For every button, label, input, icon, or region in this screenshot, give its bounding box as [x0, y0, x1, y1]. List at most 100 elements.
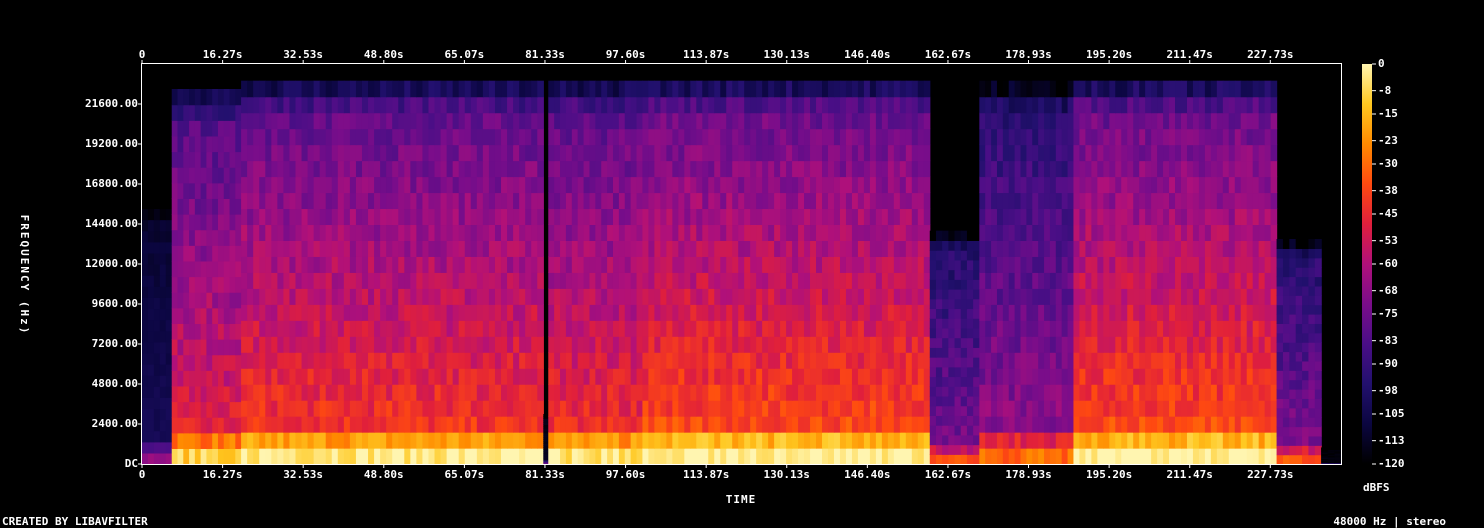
heat-cell [792, 144, 799, 162]
heat-cell [410, 272, 417, 289]
heat-cell [571, 288, 579, 305]
heat-cell [446, 144, 454, 162]
heat-cell [816, 256, 823, 273]
heat-cell [991, 368, 998, 385]
heat-cell [537, 96, 544, 114]
heat-cell [1091, 80, 1098, 98]
heat-cell [1067, 144, 1075, 162]
heat-cell [212, 135, 219, 153]
heat-cell [948, 250, 956, 261]
heat-cell [1175, 352, 1182, 369]
heat-cell [1302, 304, 1310, 315]
heat-cell [583, 160, 591, 178]
heat-cell [899, 80, 907, 98]
heat-cell [881, 192, 889, 210]
heat-cell [985, 240, 992, 257]
heat-cell [942, 240, 949, 251]
heat-cell [875, 80, 883, 98]
heat-cell [1276, 295, 1284, 306]
heat-cell [337, 448, 345, 464]
heat-cell [513, 352, 520, 369]
heat-cell [470, 320, 478, 337]
heat-cell [1295, 407, 1303, 418]
heat-cell [507, 336, 514, 353]
heat-cell [833, 320, 841, 337]
heat-cell [822, 368, 829, 385]
heat-cell [531, 224, 538, 241]
heat-cell [271, 80, 278, 98]
heat-cell [875, 112, 883, 130]
heat-cell [589, 288, 596, 305]
heat-cell [1002, 400, 1010, 417]
heat-cell [571, 144, 579, 162]
heat-cell [954, 376, 962, 387]
heat-cell [295, 112, 303, 130]
heat-cell [271, 336, 278, 353]
heat-cell [672, 80, 679, 98]
heat-cell [200, 417, 208, 434]
heat-cell [851, 304, 859, 321]
heat-cell [642, 80, 649, 98]
heat-cell [1145, 176, 1152, 194]
heat-cell [374, 224, 381, 241]
heat-cell [519, 416, 526, 433]
heat-cell [1121, 96, 1128, 114]
heat-cell [973, 289, 980, 300]
heat-cell [1270, 288, 1278, 305]
heat-cell [235, 214, 242, 231]
heat-cell [1026, 384, 1033, 401]
heat-cell [1133, 96, 1140, 114]
heat-cell [1121, 352, 1128, 369]
heat-cell [501, 256, 508, 273]
heat-cell [1186, 208, 1194, 226]
heat-cell [863, 80, 871, 98]
heat-cell [780, 288, 787, 305]
heat-cell [1038, 128, 1045, 146]
heat-cell [1026, 176, 1033, 194]
heat-cell [624, 400, 632, 417]
heat-cell [200, 167, 208, 184]
heat-cell [501, 368, 508, 385]
heat-cell [1044, 112, 1051, 130]
heat-cell [726, 400, 733, 417]
heat-cell [893, 288, 901, 305]
heat-cell [374, 256, 381, 273]
heat-cell [929, 454, 937, 464]
heat-cell [863, 112, 871, 130]
heat-cell [331, 240, 339, 257]
heat-cell [738, 352, 745, 369]
heat-cell [1192, 192, 1200, 210]
heat-cell [966, 327, 974, 339]
heat-cell [923, 336, 931, 353]
heat-cell [636, 112, 644, 130]
heat-cell [1181, 160, 1188, 178]
heat-cell [217, 448, 225, 464]
heat-cell [142, 197, 149, 210]
heat-cell [1234, 192, 1242, 210]
heat-cell [194, 401, 202, 418]
heat-cell [177, 417, 184, 434]
heat-cell [476, 448, 484, 464]
heat-cell [935, 308, 943, 319]
heat-cell [147, 441, 155, 454]
heat-cell [720, 240, 727, 257]
heat-cell [560, 352, 567, 369]
heat-cell [1139, 320, 1146, 337]
heat-cell [905, 96, 913, 114]
heat-cell [996, 96, 1004, 114]
heat-cell [374, 272, 381, 289]
heat-cell [1234, 320, 1242, 337]
heat-cell [660, 320, 667, 337]
heat-cell [768, 368, 775, 385]
heat-cell [869, 224, 877, 241]
heat-cell [648, 352, 655, 369]
heat-cell [1097, 320, 1104, 337]
heat-cell [929, 376, 937, 387]
heat-cell [1216, 416, 1224, 433]
heat-cell [142, 430, 149, 443]
heat-cell [612, 432, 620, 449]
heat-cell [678, 304, 685, 321]
heat-cell [786, 176, 793, 194]
heat-cell [440, 208, 448, 226]
heat-cell [839, 432, 847, 449]
